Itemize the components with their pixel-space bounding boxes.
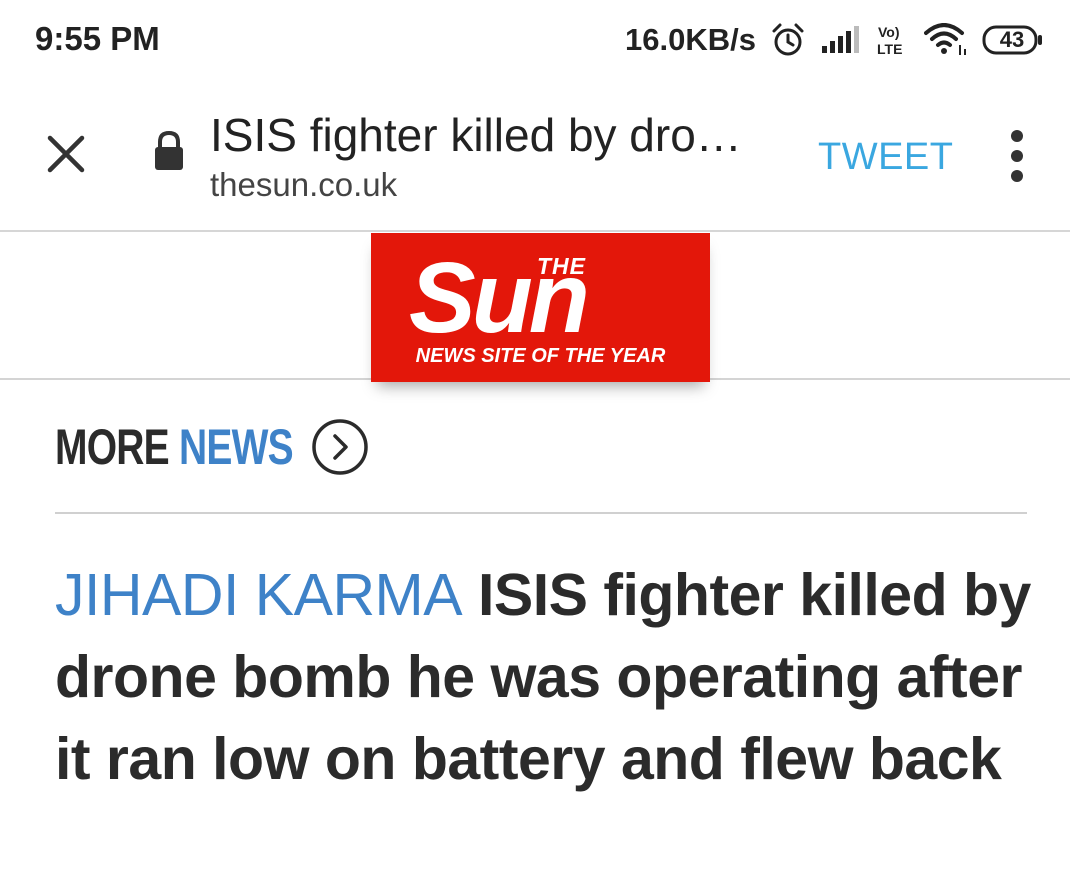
close-button[interactable] (36, 124, 96, 184)
svg-text:Vo): Vo) (878, 24, 900, 40)
volte-icon: Vo) LTE (874, 22, 910, 58)
signal-icon (820, 25, 860, 55)
overflow-menu-dot (1011, 150, 1023, 162)
section-divider (55, 512, 1027, 514)
overflow-menu-dot (1011, 170, 1023, 182)
close-icon (47, 135, 85, 173)
status-indicators: 16.0KB/s Vo) LTE 43 (625, 18, 1044, 62)
battery-icon: 43 (982, 25, 1044, 55)
chevron-right-circle-icon (312, 419, 368, 475)
logo-the: THE (537, 253, 586, 279)
headline-kicker: JIHADI KARMA (55, 562, 463, 628)
page-url: thesun.co.uk (210, 166, 398, 203)
status-bar: 9:55 PM 16.0KB/s Vo) LTE 43 (0, 0, 1070, 80)
browser-toolbar: ISIS fighter killed by dro… thesun.co.uk… (0, 80, 1070, 232)
status-time: 9:55 PM (35, 20, 160, 57)
battery-level: 43 (999, 27, 1025, 52)
more-news-word1: MORE (55, 419, 170, 475)
wifi-icon (924, 23, 968, 57)
more-news-link[interactable]: MORE NEWS (55, 418, 369, 476)
overflow-menu-icon (1011, 130, 1023, 142)
tweet-button[interactable]: TWEET (818, 136, 953, 179)
logo-tagline: NEWS SITE OF THE YEAR (415, 345, 666, 367)
article-headline: JIHADI KARMA ISIS fighter killed by dron… (55, 554, 1035, 800)
more-news-label: MORE NEWS (55, 418, 294, 476)
svg-text:LTE: LTE (877, 41, 902, 57)
overflow-menu-button[interactable] (998, 128, 1038, 184)
lock-icon (152, 130, 186, 177)
page-title: ISIS fighter killed by dro… (210, 109, 742, 161)
network-speed: 16.0KB/s (625, 22, 756, 57)
alarm-icon (770, 22, 806, 58)
more-news-word2: NEWS (178, 419, 294, 475)
site-logo[interactable]: Sun THE NEWS SITE OF THE YEAR (371, 233, 710, 382)
